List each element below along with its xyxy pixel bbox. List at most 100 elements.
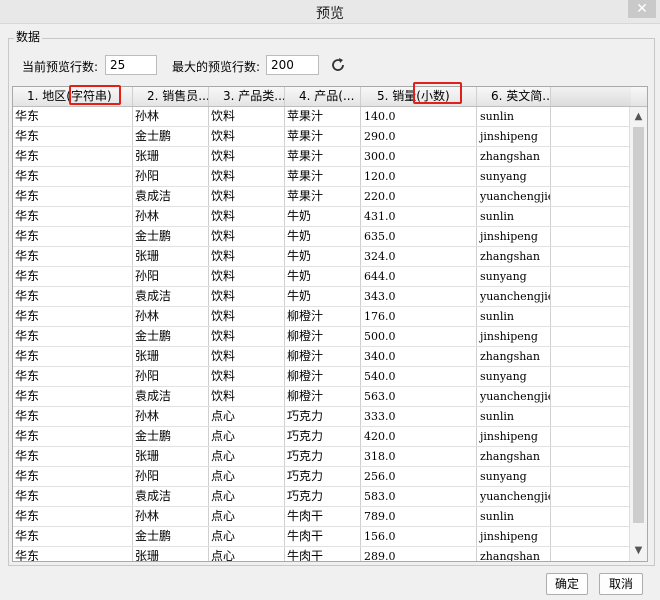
table-cell: 点心 bbox=[209, 427, 285, 446]
table-cell: 635.0 bbox=[361, 227, 477, 246]
table-cell: 巧克力 bbox=[285, 427, 361, 446]
table-row[interactable]: 华东 孙林 饮料 柳橙汁 176.0 sunlin bbox=[13, 307, 631, 327]
table-row[interactable]: 华东 袁成洁 点心 巧克力 583.0 yuanchengjie bbox=[13, 487, 631, 507]
table-header: 1. 地区(字符串) 2. 销售员... 3. 产品类... 4. 产品(...… bbox=[13, 87, 647, 107]
scroll-thumb[interactable] bbox=[633, 127, 644, 523]
table-row[interactable]: 华东 孙阳 饮料 牛奶 644.0 sunyang bbox=[13, 267, 631, 287]
scroll-up-icon[interactable]: ▲ bbox=[630, 109, 647, 125]
table-row[interactable]: 华东 张珊 饮料 柳橙汁 340.0 zhangshan bbox=[13, 347, 631, 367]
table-row[interactable]: 华东 金士鹏 饮料 苹果汁 290.0 jinshipeng bbox=[13, 127, 631, 147]
table-row[interactable]: 华东 张珊 点心 牛肉干 289.0 zhangshan bbox=[13, 547, 631, 561]
table-cell: 华东 bbox=[13, 427, 133, 446]
table-cell: 饮料 bbox=[209, 167, 285, 186]
table-row[interactable]: 华东 孙林 饮料 牛奶 431.0 sunlin bbox=[13, 207, 631, 227]
table-cell: 289.0 bbox=[361, 547, 477, 561]
column-header-product[interactable]: 4. 产品(... bbox=[285, 87, 361, 106]
table-cell: 789.0 bbox=[361, 507, 477, 526]
table-cell: 袁成洁 bbox=[133, 387, 209, 406]
table-cell: 华东 bbox=[13, 487, 133, 506]
table-row[interactable]: 华东 金士鹏 饮料 牛奶 635.0 jinshipeng bbox=[13, 227, 631, 247]
table-cell: 苹果汁 bbox=[285, 107, 361, 126]
table-cell: 563.0 bbox=[361, 387, 477, 406]
table-row[interactable]: 华东 孙阳 饮料 柳橙汁 540.0 sunyang bbox=[13, 367, 631, 387]
table-cell: 张珊 bbox=[133, 247, 209, 266]
table-row[interactable]: 华东 孙林 点心 牛肉干 789.0 sunlin bbox=[13, 507, 631, 527]
table-cell: 华东 bbox=[13, 467, 133, 486]
column-header-category[interactable]: 3. 产品类... bbox=[209, 87, 285, 106]
close-button[interactable]: ✕ bbox=[628, 0, 656, 18]
scroll-down-icon[interactable]: ▼ bbox=[630, 543, 647, 559]
table-cell: 袁成洁 bbox=[133, 487, 209, 506]
table-cell: zhangshan bbox=[477, 147, 551, 166]
table-cell: 点心 bbox=[209, 527, 285, 546]
table-cell: 饮料 bbox=[209, 187, 285, 206]
table-cell: sunlin bbox=[477, 107, 551, 126]
table-row[interactable]: 华东 孙林 点心 巧克力 333.0 sunlin bbox=[13, 407, 631, 427]
ok-button[interactable]: 确定 bbox=[546, 573, 588, 595]
table-cell: zhangshan bbox=[477, 547, 551, 561]
table-cell: 张珊 bbox=[133, 347, 209, 366]
group-legend: 数据 bbox=[14, 28, 43, 45]
table-cell: 饮料 bbox=[209, 347, 285, 366]
table-cell: 饮料 bbox=[209, 307, 285, 326]
table-cell: zhangshan bbox=[477, 247, 551, 266]
table-cell: 饮料 bbox=[209, 287, 285, 306]
table-cell: 324.0 bbox=[361, 247, 477, 266]
table-row[interactable]: 华东 袁成洁 饮料 柳橙汁 563.0 yuanchengjie bbox=[13, 387, 631, 407]
table-cell: zhangshan bbox=[477, 347, 551, 366]
vertical-scrollbar[interactable]: ▲ ▼ bbox=[629, 107, 647, 561]
table-cell: 孙林 bbox=[133, 107, 209, 126]
table-cell: 孙阳 bbox=[133, 367, 209, 386]
table-cell: 140.0 bbox=[361, 107, 477, 126]
table-cell: 500.0 bbox=[361, 327, 477, 346]
table-row[interactable]: 华东 张珊 点心 巧克力 318.0 zhangshan bbox=[13, 447, 631, 467]
table-cell: 饮料 bbox=[209, 387, 285, 406]
table-cell: 华东 bbox=[13, 287, 133, 306]
column-header-region[interactable]: 1. 地区(字符串) bbox=[13, 87, 133, 106]
refresh-button[interactable] bbox=[328, 55, 348, 75]
table-row[interactable]: 华东 金士鹏 饮料 柳橙汁 500.0 jinshipeng bbox=[13, 327, 631, 347]
table-cell: yuanchengjie bbox=[477, 287, 551, 306]
table-row[interactable]: 华东 张珊 饮料 苹果汁 300.0 zhangshan bbox=[13, 147, 631, 167]
table-row[interactable]: 华东 金士鹏 点心 牛肉干 156.0 jinshipeng bbox=[13, 527, 631, 547]
column-header-english-name[interactable]: 6. 英文简... bbox=[477, 87, 551, 106]
table-cell: 金士鹏 bbox=[133, 127, 209, 146]
preview-table: 1. 地区(字符串) 2. 销售员... 3. 产品类... 4. 产品(...… bbox=[12, 86, 648, 562]
current-rows-input[interactable]: 25 bbox=[105, 55, 157, 75]
table-cell: sunyang bbox=[477, 367, 551, 386]
column-header-sales[interactable]: 5. 销量(小数) bbox=[361, 87, 477, 106]
table-cell: 156.0 bbox=[361, 527, 477, 546]
table-cell: 318.0 bbox=[361, 447, 477, 466]
table-cell: 华东 bbox=[13, 267, 133, 286]
table-cell: 苹果汁 bbox=[285, 167, 361, 186]
max-rows-input[interactable]: 200 bbox=[266, 55, 319, 75]
table-row[interactable]: 华东 张珊 饮料 牛奶 324.0 zhangshan bbox=[13, 247, 631, 267]
table-cell: zhangshan bbox=[477, 447, 551, 466]
table-cell: 华东 bbox=[13, 327, 133, 346]
table-cell: jinshipeng bbox=[477, 127, 551, 146]
column-header-salesperson[interactable]: 2. 销售员... bbox=[133, 87, 209, 106]
table-row[interactable]: 华东 袁成洁 饮料 苹果汁 220.0 yuanchengjie bbox=[13, 187, 631, 207]
table-row[interactable]: 华东 孙阳 饮料 苹果汁 120.0 sunyang bbox=[13, 167, 631, 187]
cancel-button[interactable]: 取消 bbox=[599, 573, 643, 595]
table-cell: 431.0 bbox=[361, 207, 477, 226]
table-cell: 金士鹏 bbox=[133, 527, 209, 546]
table-cell: 华东 bbox=[13, 407, 133, 426]
table-cell: 华东 bbox=[13, 147, 133, 166]
table-cell: 256.0 bbox=[361, 467, 477, 486]
table-cell: sunlin bbox=[477, 307, 551, 326]
title-bar: 预览 ✕ bbox=[0, 0, 660, 24]
table-cell: 540.0 bbox=[361, 367, 477, 386]
refresh-icon bbox=[332, 58, 344, 71]
table-cell: 300.0 bbox=[361, 147, 477, 166]
table-cell: yuanchengjie bbox=[477, 187, 551, 206]
table-row[interactable]: 华东 金士鹏 点心 巧克力 420.0 jinshipeng bbox=[13, 427, 631, 447]
table-row[interactable]: 华东 孙林 饮料 苹果汁 140.0 sunlin bbox=[13, 107, 631, 127]
table-row[interactable]: 华东 袁成洁 饮料 牛奶 343.0 yuanchengjie bbox=[13, 287, 631, 307]
table-cell: 420.0 bbox=[361, 427, 477, 446]
table-cell: 华东 bbox=[13, 187, 133, 206]
table-cell: 华东 bbox=[13, 127, 133, 146]
table-cell: 金士鹏 bbox=[133, 327, 209, 346]
table-row[interactable]: 华东 孙阳 点心 巧克力 256.0 sunyang bbox=[13, 467, 631, 487]
table-body: 华东 孙林 饮料 苹果汁 140.0 sunlin 华东 金士鹏 饮料 苹果汁 290.0 jinsh… bbox=[13, 107, 631, 561]
